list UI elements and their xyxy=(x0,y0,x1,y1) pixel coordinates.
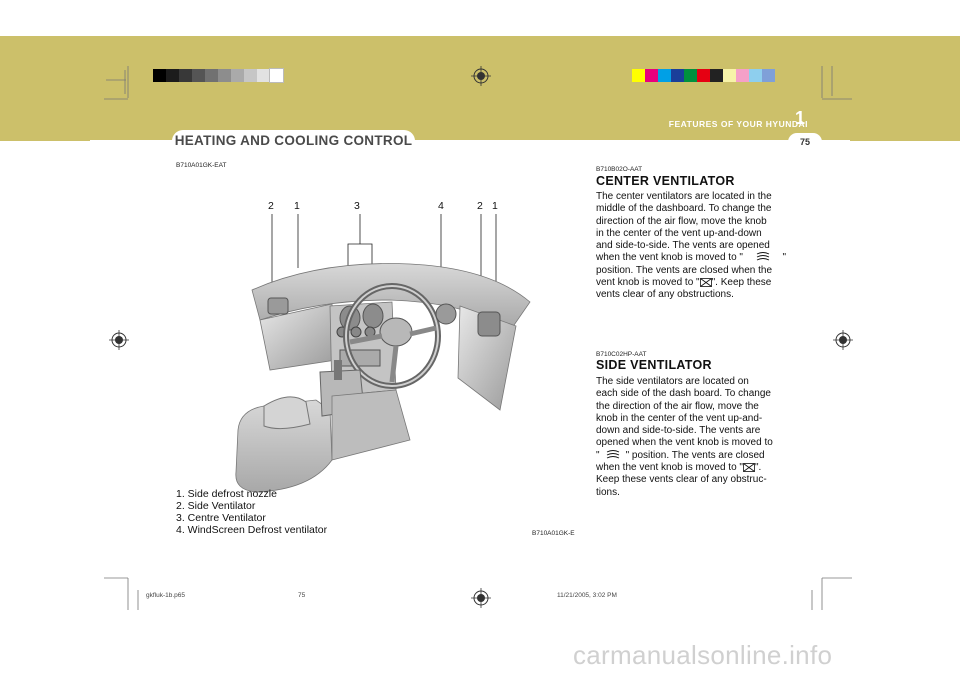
vent-open-icon xyxy=(756,252,770,262)
dashboard-illustration xyxy=(235,214,531,493)
footer-timestamp: 11/21/2005, 3:02 PM xyxy=(557,592,617,599)
footer-file: gkfluk-1b.p65 xyxy=(146,592,186,599)
footer-page: 75 xyxy=(298,592,306,599)
figure-code-top: B710A01GK-EAT xyxy=(176,162,227,169)
text-line: knob in the center of the vent up-and- xyxy=(596,412,763,424)
registration-target-icon xyxy=(471,66,491,86)
text-fragment: vent knob is moved to " xyxy=(596,277,700,289)
text-fragment: when the vent knob is moved to " xyxy=(596,252,743,264)
text-fragment: " xyxy=(596,449,600,461)
text-line: vent knob is moved to " ". Keep these xyxy=(596,277,786,289)
chapter-number: 1 xyxy=(795,108,806,128)
text-line: and side-to-side. The vents are opened xyxy=(596,240,770,252)
text-line: the direction of the air flow, move the xyxy=(596,400,759,412)
text-line: The side ventilators are located on xyxy=(596,376,749,387)
text-line: " " position. The vents are closed xyxy=(596,450,786,462)
text-fragment: " position. The vents are closed xyxy=(625,449,765,461)
vent-closed-icon xyxy=(699,278,712,287)
text-line: middle of the dashboard. To change the xyxy=(596,203,772,215)
text-line: position. The vents are closed when the xyxy=(596,264,773,276)
text-line: vents clear of any obstructions. xyxy=(596,289,734,301)
text-fragment: when the vent knob is moved to " xyxy=(596,462,743,474)
text-fragment: ". xyxy=(754,462,762,474)
text-line: when the vent knob is moved to " " xyxy=(596,252,786,264)
legend-item: 3. Centre Ventilator xyxy=(176,512,266,524)
figure-code-bottom: B710A01GK-E xyxy=(532,530,575,537)
vent-open-icon xyxy=(606,450,620,460)
text-fragment: ". Keep these xyxy=(711,277,772,289)
text-line: when the vent knob is moved to " ". xyxy=(596,462,786,474)
center-section-code: B710B02O-AAT xyxy=(596,166,643,173)
watermark: carmanualsonline.info xyxy=(573,640,833,670)
vent-closed-icon xyxy=(743,463,755,472)
registration-target-icon xyxy=(471,588,491,608)
page-number: 75 xyxy=(788,133,822,151)
manual-page: HEATING AND COOLING CONTROL FEATURES OF … xyxy=(0,0,960,678)
text-line: each side of the dash board. To change xyxy=(596,388,771,400)
side-ventilator-heading: SIDE VENTILATOR xyxy=(596,358,712,372)
registration-target-icon xyxy=(109,330,129,350)
text-line: direction of the air flow, move the knob xyxy=(596,215,767,227)
center-ventilator-text: The center ventilators are located in th… xyxy=(596,191,786,302)
side-section-code: B710C02HP-AAT xyxy=(596,351,647,358)
text-line: Keep these vents clear of any obstruc- xyxy=(596,474,767,486)
text-line: down and side-to-side. The vents are xyxy=(596,425,761,437)
chapter-label: FEATURES OF YOUR HYUNDAI xyxy=(668,119,808,129)
registration-target-icon xyxy=(833,330,853,350)
text-line: The center ventilators are located in th… xyxy=(596,191,772,202)
text-line: tions. xyxy=(596,486,620,498)
legend-item: 4. WindScreen Defrost ventilator xyxy=(176,524,328,536)
side-ventilator-text: The side ventilators are located on each… xyxy=(596,376,786,499)
text-line: opened when the vent knob is moved to xyxy=(596,437,773,449)
legend-item: 1. Side defrost nozzle xyxy=(176,488,277,500)
text-fragment: " xyxy=(782,252,786,264)
text-line: in the center of the vent up-and-down xyxy=(596,227,762,239)
center-ventilator-heading: CENTER VENTILATOR xyxy=(596,174,735,188)
legend-item: 2. Side Ventilator xyxy=(176,500,256,512)
section-title: HEATING AND COOLING CONTROL xyxy=(172,130,415,152)
